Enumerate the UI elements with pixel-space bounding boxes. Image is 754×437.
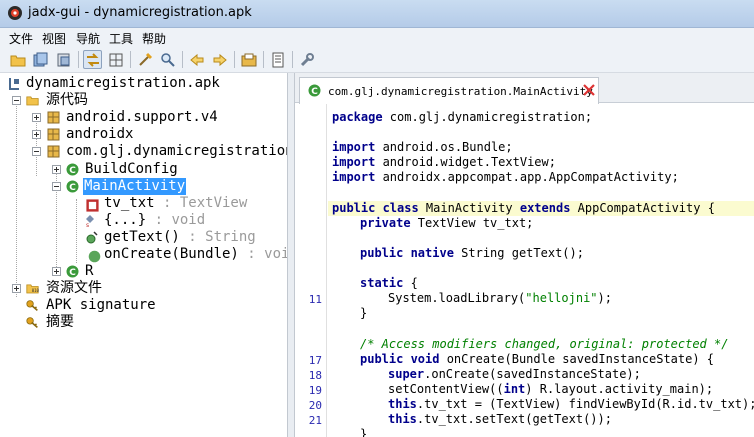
key-icon xyxy=(26,317,38,328)
line-number: 20 xyxy=(308,399,322,412)
svg-text:C: C xyxy=(69,183,76,193)
code-line: public class MainActivity extends AppCom… xyxy=(332,201,715,215)
svg-text:010: 010 xyxy=(32,288,39,293)
resources-folder-icon: 010 xyxy=(26,284,39,294)
expand-icon[interactable] xyxy=(52,267,61,276)
back-icon[interactable] xyxy=(187,50,206,69)
code-line: super.onCreate(savedInstanceState); xyxy=(388,367,641,381)
project-tree[interactable]: dynamicregistration.apk 源代码 android.supp… xyxy=(0,73,288,437)
code-line: private TextView tv_txt; xyxy=(360,216,534,230)
apk-icon xyxy=(9,78,19,90)
folder-open-icon xyxy=(26,96,39,106)
code-line: import androidx.appcompat.app.AppCompatA… xyxy=(332,170,679,184)
class-icon: C xyxy=(66,265,79,278)
code-line: this.tv_txt.setText(getText()); xyxy=(388,412,612,426)
line-number: 11 xyxy=(308,293,322,306)
line-number-gutter: 11 17 18 19 20 21 xyxy=(295,104,327,437)
line-number: 21 xyxy=(308,414,322,427)
package-icon xyxy=(47,145,60,158)
menu-view[interactable]: 视图 xyxy=(42,30,66,47)
class-icon: C xyxy=(66,180,79,193)
close-icon[interactable] xyxy=(582,83,596,97)
menu-navigation[interactable]: 导航 xyxy=(76,30,100,47)
open-folder-icon[interactable] xyxy=(8,50,27,69)
expand-icon[interactable] xyxy=(32,113,41,122)
svg-text:s: s xyxy=(86,222,89,227)
code-line: public native String getText(); xyxy=(360,246,584,260)
toolbar xyxy=(0,46,754,73)
window-title: jadx-gui - dynamicregistration.apk xyxy=(28,5,252,20)
method-icon xyxy=(88,250,101,263)
code-line: /* Access modifiers changed, original: p… xyxy=(360,337,729,351)
expand-icon[interactable] xyxy=(32,130,41,139)
expand-icon[interactable] xyxy=(52,165,61,174)
search-class-icon[interactable] xyxy=(135,50,154,69)
line-number: 17 xyxy=(308,354,322,367)
menu-file[interactable]: 文件 xyxy=(9,30,33,47)
package-icon xyxy=(47,128,60,141)
expand-icon[interactable] xyxy=(12,284,21,293)
menu-tools[interactable]: 工具 xyxy=(109,30,133,47)
class-icon: C xyxy=(308,84,321,97)
collapse-icon[interactable] xyxy=(32,147,41,156)
line-number: 19 xyxy=(308,384,322,397)
collapse-icon[interactable] xyxy=(52,182,61,191)
menu-bar: 文件 视图 导航 工具 帮助 xyxy=(0,28,754,46)
static-init-icon: s xyxy=(86,215,94,227)
flatten-packages-icon[interactable] xyxy=(106,50,125,69)
code-line: static { xyxy=(360,276,418,290)
export-icon[interactable] xyxy=(54,50,73,69)
native-method-icon xyxy=(86,231,98,244)
code-line: } xyxy=(360,427,368,437)
key-icon xyxy=(26,300,38,311)
code-line: this.tv_txt = (TextView) findViewById(R.… xyxy=(388,397,754,411)
editor-tabs: C com.glj.dynamicregistration.MainActivi… xyxy=(295,73,754,104)
package-icon xyxy=(47,111,60,124)
jadx-window: jadx-gui - dynamicregistration.apk 文件 视图… xyxy=(0,0,754,437)
code-line: import android.widget.TextView; xyxy=(332,155,556,169)
svg-text:C: C xyxy=(69,166,76,176)
sync-tree-icon[interactable] xyxy=(83,50,102,69)
tab-label: com.glj.dynamicregistration.MainActivity xyxy=(328,85,593,98)
log-icon[interactable] xyxy=(268,50,287,69)
menu-help[interactable]: 帮助 xyxy=(142,30,166,47)
code-area[interactable]: package com.glj.dynamicregistration; imp… xyxy=(328,104,754,437)
forward-icon[interactable] xyxy=(210,50,229,69)
code-editor[interactable]: C com.glj.dynamicregistration.MainActivi… xyxy=(294,73,754,437)
code-line: package com.glj.dynamicregistration; xyxy=(332,110,593,124)
code-line: } xyxy=(360,306,368,320)
collapse-icon[interactable] xyxy=(12,96,21,105)
jadx-app-icon xyxy=(8,6,22,20)
code-line: setContentView((int) R.layout.activity_m… xyxy=(388,382,714,396)
line-number: 18 xyxy=(308,369,322,382)
private-field-icon xyxy=(86,199,99,212)
code-line: public void onCreate(Bundle savedInstanc… xyxy=(360,352,715,366)
search-text-icon[interactable] xyxy=(158,50,177,69)
class-icon: C xyxy=(66,163,79,176)
title-bar: jadx-gui - dynamicregistration.apk xyxy=(0,0,754,28)
tab-mainactivity[interactable]: C com.glj.dynamicregistration.MainActivi… xyxy=(299,77,599,104)
preferences-icon[interactable] xyxy=(297,50,316,69)
decompile-all-icon[interactable] xyxy=(239,50,258,69)
code-line: System.loadLibrary("hellojni"); xyxy=(388,291,612,305)
svg-text:C: C xyxy=(69,268,76,278)
svg-text:C: C xyxy=(311,87,318,97)
code-line: import android.os.Bundle; xyxy=(332,140,513,154)
save-all-icon[interactable] xyxy=(31,50,50,69)
